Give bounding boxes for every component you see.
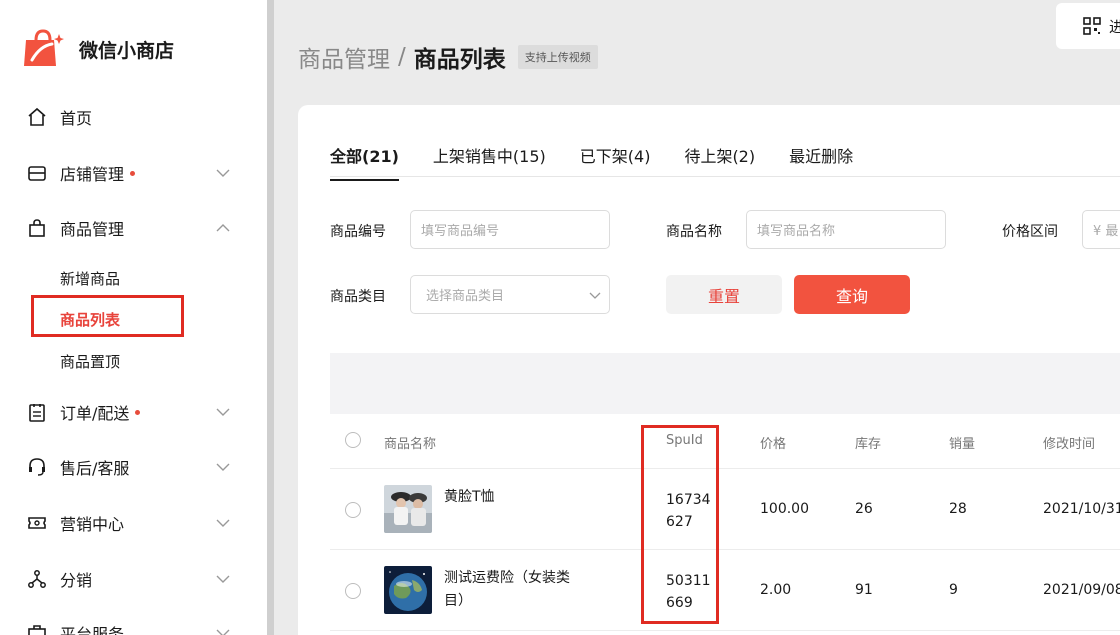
product-name-label: 商品名称 — [666, 224, 722, 240]
page-title: 商品列表 — [413, 47, 506, 73]
sidebar-item-label: 店铺管理 — [60, 165, 125, 184]
sidebar-item-label: 平台服务 — [60, 625, 125, 635]
sidebar-item-home[interactable]: 首页 — [0, 97, 267, 137]
price-range-label: 价格区间 — [1002, 224, 1058, 240]
table-row: 黄脸T恤 16734 627 100.00 26 28 2021/10/31 — [330, 469, 1120, 550]
sidebar-item-platform-services[interactable]: 平台服务 — [0, 613, 267, 635]
price-value: 100.00 — [760, 501, 809, 517]
sales-value: 9 — [949, 582, 958, 598]
sidebar-item-label: 首页 — [60, 109, 93, 128]
product-code-input[interactable]: 填写商品编号 — [410, 210, 610, 249]
product-name[interactable]: 测试运费险（女装类目） — [444, 567, 579, 613]
chevron-down-icon — [215, 459, 231, 475]
price-min-placeholder: ¥ 最 — [1093, 224, 1119, 239]
sidebar-item-label: 售后/客服 — [60, 459, 130, 478]
chevron-down-icon — [215, 625, 231, 635]
table-toolbar — [330, 353, 1120, 414]
product-list-card: 全部(21) 上架销售中(15) 已下架(4) 待上架(2) 最近删除 商品编号… — [298, 105, 1120, 635]
breadcrumb: 商品管理 / 商品列表 支持上传视频 — [298, 40, 598, 74]
sidebar-item-label: 商品管理 — [60, 220, 125, 239]
breadcrumb-parent[interactable]: 商品管理 — [298, 40, 390, 74]
stock-value: 26 — [855, 501, 873, 517]
video-support-badge: 支持上传视频 — [517, 45, 598, 69]
product-code-label: 商品编号 — [330, 224, 386, 240]
table-row: 测试运费险（女装类目） 50311 669 2.00 91 9 2021/09/… — [330, 550, 1120, 631]
stock-value: 91 — [855, 582, 873, 598]
sidebar-item-product-management[interactable]: 商品管理 — [0, 208, 267, 248]
chevron-down-icon — [588, 288, 602, 302]
sidebar-item-store-management[interactable]: 店铺管理 — [0, 153, 267, 193]
sidebar-scrollbar[interactable] — [267, 0, 274, 635]
modified-value: 2021/09/08 — [1043, 582, 1120, 598]
column-header-stock[interactable]: 库存 — [855, 433, 881, 452]
column-header-name: 商品名称 — [384, 437, 437, 452]
tabs-divider — [330, 176, 1120, 177]
sidebar-item-label: 订单/配送 — [60, 404, 130, 423]
sidebar-subitem-add-product[interactable]: 新增商品 — [60, 268, 120, 289]
headset-icon — [26, 456, 48, 478]
sidebar-item-marketing[interactable]: 营销中心 — [0, 503, 267, 543]
product-name-input[interactable]: 填写商品名称 — [746, 210, 946, 249]
column-header-sales[interactable]: 销量 — [949, 433, 975, 452]
product-thumbnail[interactable] — [384, 566, 432, 614]
brand-name: 微信小商店 — [79, 40, 175, 62]
sidebar-item-label: 营销中心 — [60, 515, 125, 534]
query-button[interactable]: 查询 — [794, 275, 910, 314]
modified-value: 2021/10/31 — [1043, 501, 1120, 517]
ticket-icon — [26, 512, 48, 534]
clipboard-icon — [26, 401, 48, 423]
toolbox-icon — [26, 622, 48, 635]
qr-code-button[interactable]: 进 — [1056, 3, 1120, 49]
price-value: 2.00 — [760, 582, 792, 598]
sales-value: 28 — [949, 501, 967, 517]
select-all-radio[interactable] — [345, 432, 361, 448]
chevron-down-icon — [215, 515, 231, 531]
sidebar-item-orders[interactable]: 订单/配送 — [0, 392, 267, 432]
breadcrumb-separator: / — [398, 44, 406, 70]
home-icon — [26, 106, 48, 128]
product-name-placeholder: 填写商品名称 — [757, 224, 836, 239]
shopping-bag-icon — [26, 217, 48, 239]
highlight-box — [31, 295, 184, 337]
chevron-down-icon — [215, 165, 231, 181]
qr-code-icon — [1083, 17, 1101, 35]
sidebar-item-after-sales[interactable]: 售后/客服 — [0, 447, 267, 487]
category-select[interactable]: 选择商品类目 — [410, 275, 610, 314]
qr-button-label: 进 — [1109, 18, 1120, 36]
notification-dot — [135, 410, 141, 415]
shop-bag-logo-icon — [22, 26, 66, 70]
table-header: 商品名称 SpuId 价格 库存 销量 修改时间 — [330, 414, 1120, 469]
chevron-down-icon — [215, 404, 231, 420]
chevron-down-icon — [215, 571, 231, 587]
sidebar-item-label: 分销 — [60, 571, 93, 590]
category-placeholder: 选择商品类目 — [426, 289, 505, 304]
product-code-placeholder: 填写商品编号 — [421, 224, 500, 239]
share-network-icon — [26, 568, 48, 590]
sidebar: 微信小商店 首页 店铺管理 商品管理 新增商品 商品列表 商品置顶 订单/配送 … — [0, 0, 267, 635]
price-min-input[interactable]: ¥ 最 — [1082, 210, 1120, 249]
highlight-box — [641, 425, 719, 624]
column-header-modified[interactable]: 修改时间 — [1043, 433, 1095, 452]
product-thumbnail[interactable] — [384, 485, 432, 533]
notification-dot — [130, 171, 136, 176]
row-select-radio[interactable] — [345, 502, 361, 518]
row-select-radio[interactable] — [345, 583, 361, 599]
reset-button[interactable]: 重置 — [666, 275, 782, 314]
sidebar-subitem-pin-product[interactable]: 商品置顶 — [60, 351, 120, 372]
product-name[interactable]: 黄脸T恤 — [444, 486, 584, 509]
column-header-price[interactable]: 价格 — [760, 433, 786, 452]
chevron-up-icon — [215, 220, 231, 236]
sidebar-item-distribution[interactable]: 分销 — [0, 559, 267, 599]
category-label: 商品类目 — [330, 289, 386, 305]
store-icon — [26, 162, 48, 184]
